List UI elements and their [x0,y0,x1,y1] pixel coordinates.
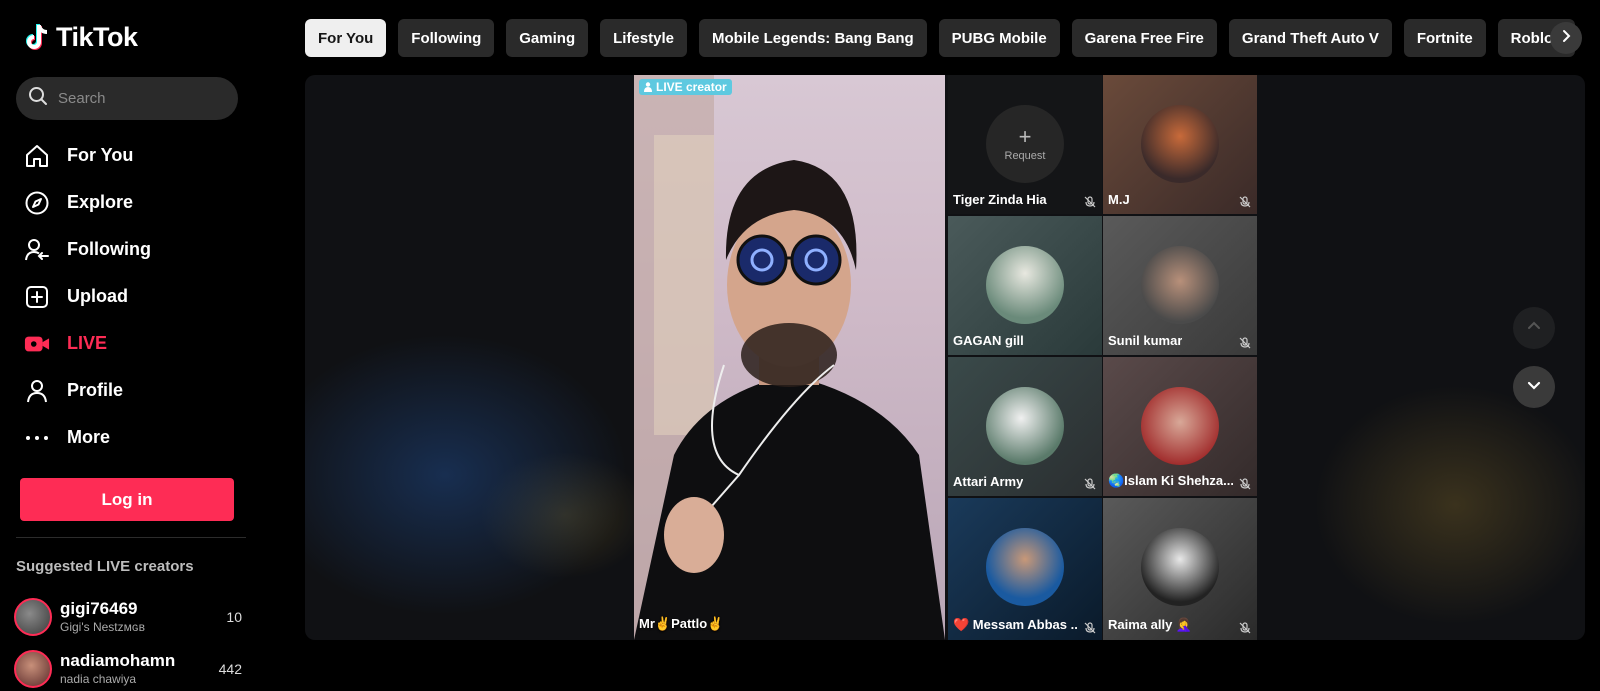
search-input[interactable] [58,90,228,107]
nav-label: LIVE [67,333,108,353]
guest-name: Sunil kumar [1108,333,1183,348]
live-stream-stage[interactable]: LIVE creator Mr✌️Pattlo✌️ + Request Tige… [305,75,1585,640]
request-slot-button[interactable]: + Request [986,105,1064,183]
tab-mobile-legends[interactable]: Mobile Legends: Bang Bang [698,19,927,57]
scroll-up-button[interactable] [1513,307,1555,349]
main-nav: For You Explore Following Upload LIVE Pr… [24,132,254,461]
guest-cell[interactable]: M.J [1103,75,1257,214]
following-icon [24,237,50,263]
mic-muted-icon [1084,621,1096,634]
tab-following[interactable]: Following [398,19,495,57]
avatar [986,246,1064,324]
live-badge-label: LIVE creator [656,80,727,94]
guest-grid: + Request Tiger Zinda Hia M.J GAGAN gill… [948,75,1257,640]
guest-name: GAGAN gill [953,333,1024,348]
request-label: Request [1004,150,1046,162]
host-video-frame [634,75,945,640]
chevron-right-icon [1559,29,1573,48]
compass-icon [24,190,50,216]
suggested-creator-item[interactable]: nadiamohamn nadia chawiya 442 [14,648,242,690]
host-name: Mr✌️Pattlo✌️ [639,616,724,631]
nav-profile[interactable]: Profile [24,367,254,414]
nav-live[interactable]: LIVE [24,320,254,367]
avatar [1141,246,1219,324]
avatar [986,387,1064,465]
live-creator-badge: LIVE creator [639,79,732,95]
avatar [1141,528,1219,606]
upload-icon [24,284,50,310]
nav-label: Explore [67,192,134,212]
guest-cell[interactable]: Raima ally 🤦‍♀️ [1103,498,1257,640]
guest-cell[interactable]: Attari Army [948,357,1102,496]
creator-name: gigi76469 [60,599,138,618]
nav-for-you[interactable]: For You [24,132,254,179]
viewer-count: 10 [226,609,242,625]
avatar [986,528,1064,606]
mic-muted-icon [1239,336,1251,349]
creator-name: nadiamohamn [60,651,176,670]
tab-fortnite[interactable]: Fortnite [1403,19,1486,57]
viewer-count: 442 [218,661,242,677]
nav-label: Profile [67,380,124,400]
tab-garena-free-fire[interactable]: Garena Free Fire [1071,19,1217,57]
guest-cell[interactable]: ❤️ Messam Abbas ... [948,498,1102,640]
mic-muted-icon [1239,195,1251,208]
avatar [1141,387,1219,465]
tab-gta-v[interactable]: Grand Theft Auto V [1228,19,1392,57]
chevron-up-icon [1526,318,1542,339]
nav-label: More [67,427,111,447]
nav-following[interactable]: Following [24,226,254,273]
guest-name: Tiger Zinda Hia [953,192,1047,207]
suggested-live-title: Suggested LIVE creators [16,558,194,575]
plus-icon: + [1018,124,1032,149]
tiktok-logo[interactable]: TikTok [24,22,138,53]
search-icon [28,86,48,111]
sidebar: TikTok For You Explore Following [0,0,262,691]
tab-lifestyle[interactable]: Lifestyle [600,19,687,57]
mic-muted-icon [1084,477,1096,490]
login-button[interactable]: Log in [20,478,234,521]
guest-name: ❤️ Messam Abbas ... [953,617,1078,632]
chevron-down-icon [1526,377,1542,398]
creator-subtitle: Gigi's Nestᴢᴍɢʙ [60,620,145,634]
tiktok-logo-icon [24,23,50,53]
creator-subtitle: nadia chawiya [60,672,137,686]
nav-label: Following [67,239,151,259]
category-tabs: For You Following Gaming Lifestyle Mobil… [305,19,1585,57]
guest-cell[interactable]: Sunil kumar [1103,216,1257,355]
home-icon [24,143,50,169]
tab-for-you[interactable]: For You [305,19,387,57]
person-icon [644,82,652,92]
nav-label: Upload [67,286,128,306]
guest-cell[interactable]: 🌏Islam Ki Shehza... [1103,357,1257,496]
guest-cell[interactable]: + Request Tiger Zinda Hia [948,75,1102,214]
nav-upload[interactable]: Upload [24,273,254,320]
mic-muted-icon [1239,477,1251,490]
suggested-creator-item[interactable]: gigi76469 Gigi's Nestᴢᴍɢʙ 10 [14,596,242,638]
nav-more[interactable]: More [24,414,254,461]
host-video[interactable]: LIVE creator Mr✌️Pattlo✌️ [634,75,945,640]
guest-name: 🌏Islam Ki Shehza... [1108,473,1233,488]
avatar [1141,105,1219,183]
nav-explore[interactable]: Explore [24,179,254,226]
avatar [14,650,52,688]
avatar [14,598,52,636]
guest-cell[interactable]: GAGAN gill [948,216,1102,355]
guest-name: Attari Army [953,474,1024,489]
mic-muted-icon [1239,621,1251,634]
guest-name: Raima ally 🤦‍♀️ [1108,617,1193,632]
mic-muted-icon [1084,195,1096,208]
more-icon [24,425,50,451]
brand-name: TikTok [56,22,138,52]
profile-icon [24,378,50,404]
search-box[interactable] [16,77,238,120]
tab-pubg-mobile[interactable]: PUBG Mobile [938,19,1060,57]
nav-label: For You [67,145,134,165]
tabs-next-button[interactable] [1550,22,1582,54]
scroll-down-button[interactable] [1513,366,1555,408]
sidebar-divider [16,537,246,538]
tab-gaming[interactable]: Gaming [506,19,589,57]
guest-name: M.J [1108,192,1130,207]
live-icon [24,331,50,357]
